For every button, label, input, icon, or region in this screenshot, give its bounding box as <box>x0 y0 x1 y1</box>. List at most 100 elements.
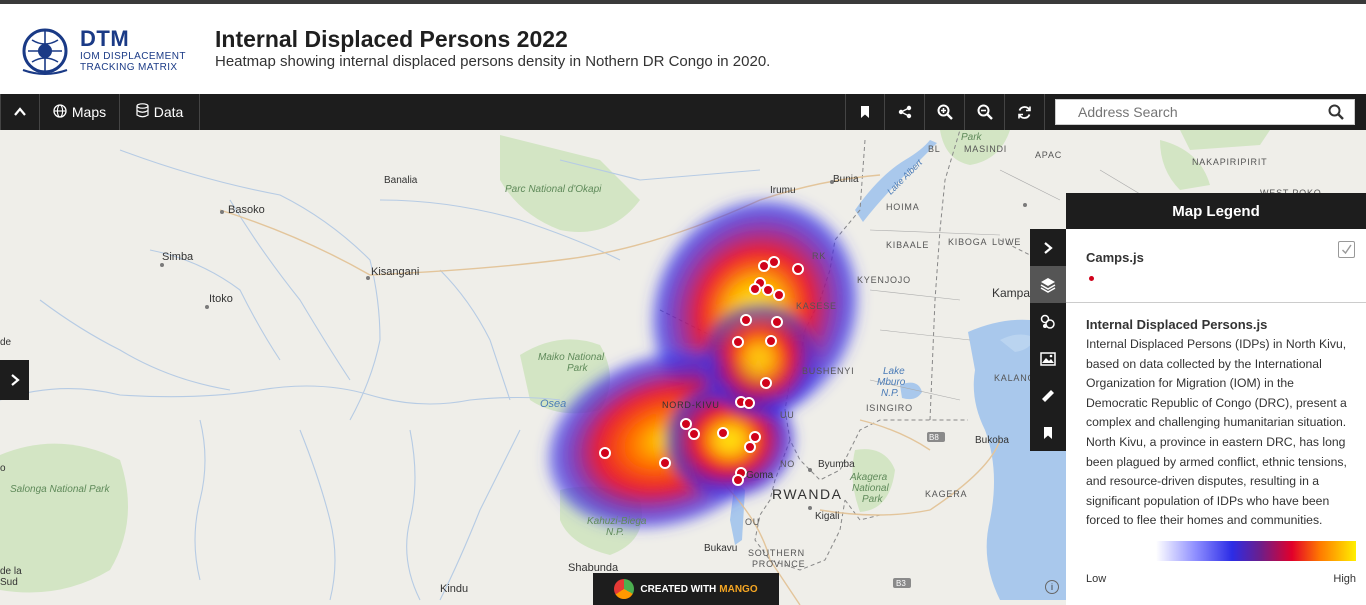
page-subtitle: Heatmap showing internal displaced perso… <box>215 53 771 70</box>
page-header: DTM IOM DISPLACEMENT TRACKING MATRIX Int… <box>0 4 1366 94</box>
left-panel-toggle[interactable] <box>0 360 29 400</box>
collapse-button[interactable] <box>0 94 40 130</box>
bookmark-icon <box>861 106 869 118</box>
zoom-in-button[interactable] <box>925 94 965 130</box>
address-search <box>1055 99 1355 125</box>
share-icon <box>898 105 911 119</box>
map-label-nord-kivu: NORD-KIVU <box>662 400 720 410</box>
mango-brand-label: MANGO <box>719 583 758 595</box>
map-label-kyenjojo: KYENJOJO <box>857 275 911 285</box>
map-legend: Map Legend Camps.js Internal Displaced P… <box>1066 193 1366 605</box>
map-label-irumu: Irumu <box>770 185 796 196</box>
map-label-rwanda: RWANDA <box>772 486 843 502</box>
map-label-ou: OU <box>745 517 761 527</box>
map-label-basoko: Basoko <box>228 204 265 216</box>
filter-icon <box>1040 314 1055 329</box>
zoom-out-icon <box>977 104 993 120</box>
bookmark-button[interactable] <box>845 94 885 130</box>
map-label-kigali: Kigali <box>815 511 840 522</box>
map-label-uu: UU <box>780 410 795 420</box>
filter-button[interactable] <box>1030 303 1066 340</box>
search-icon[interactable] <box>1328 104 1344 120</box>
ramp-low-label: Low <box>1086 573 1107 585</box>
legend-bookmark-button[interactable] <box>1030 414 1066 451</box>
map-label-hoima: HOIMA <box>886 202 920 212</box>
address-search-input[interactable] <box>1056 100 1316 124</box>
created-with-mango-badge[interactable]: CREATED WITH MANGO <box>593 573 779 605</box>
map-label-masindi: MASINDI <box>964 144 1008 154</box>
map-label-kasese: KASESE <box>796 301 837 311</box>
map-label-osea: Osea <box>540 398 567 410</box>
legend-title: Map Legend <box>1066 193 1366 229</box>
map-label-luwero: LUWE <box>992 237 1022 247</box>
map-label-maiko: Maiko National <box>538 352 605 363</box>
map-toolbar: Maps Data <box>0 94 1366 130</box>
map-label-kahuzi: Kahuzi-Biega <box>587 516 647 527</box>
refresh-button[interactable] <box>1005 94 1045 130</box>
map-label-lake-mburo-3: N.P. <box>881 388 900 399</box>
checkmark-icon <box>1342 244 1352 255</box>
idp-layer-label: Internal Displaced Persons.js <box>1086 317 1268 332</box>
iom-emblem-icon <box>22 28 68 75</box>
map-label-bukoba: Bukoba <box>975 435 1009 446</box>
map-label-kampala: Kampa <box>992 286 1031 300</box>
chevron-right-icon <box>1044 241 1053 254</box>
map-label-kagera: KAGERA <box>925 489 968 499</box>
basemap-button[interactable] <box>1030 340 1066 377</box>
map-label-apac: APAC <box>1035 150 1063 160</box>
camps-layer-checkbox[interactable] <box>1338 241 1355 258</box>
share-button[interactable] <box>885 94 925 130</box>
ruler-icon <box>1042 389 1054 402</box>
refresh-icon <box>1018 105 1031 119</box>
svg-text:B3: B3 <box>896 579 906 588</box>
map-label-nakapiripirit: NAKAPIRIPIRIT <box>1192 157 1268 167</box>
logo-subtitle-1: IOM DISPLACEMENT <box>80 51 186 62</box>
globe-icon <box>53 103 67 121</box>
legend-divider <box>1066 302 1366 303</box>
legend-toolbar <box>1030 229 1066 451</box>
image-icon <box>1040 351 1056 366</box>
map-label-no: NO <box>780 459 796 469</box>
created-with-label: CREATED WITH <box>640 583 717 595</box>
map-label-goma: Goma <box>746 470 774 481</box>
map-label-lake-mburo-2: Mburo <box>877 377 906 388</box>
legend-collapse-button[interactable] <box>1030 229 1066 266</box>
maps-tab-label: Maps <box>71 104 107 120</box>
database-icon <box>136 103 149 121</box>
map-label-akagera: Akagera <box>850 472 888 483</box>
map-label-dela-left: de la <box>0 566 22 577</box>
maps-tab[interactable]: Maps <box>40 94 120 130</box>
map-label-bushenyi: BUSHENYI <box>802 366 855 376</box>
map-label-kisangani: Kisangani <box>371 266 420 278</box>
chevron-up-icon <box>14 107 26 116</box>
layers-button[interactable] <box>1030 266 1066 303</box>
map-label-bl: BL <box>928 144 941 154</box>
logo-wordmark: DTM <box>80 26 130 51</box>
map-label-lake-mburo: Lake <box>883 366 905 377</box>
dtm-logo: DTM IOM DISPLACEMENT TRACKING MATRIX <box>20 26 190 78</box>
data-tab[interactable]: Data <box>120 94 200 130</box>
attribution-info-icon[interactable]: i <box>1045 580 1059 594</box>
map-label-akagera-national: National <box>852 483 889 494</box>
map-label-kahuzi-np: N.P. <box>606 527 625 538</box>
camps-layer-label: Camps.js <box>1086 250 1144 265</box>
ramp-high-label: High <box>1333 573 1356 585</box>
map-label-sud-left: Sud <box>0 577 18 588</box>
map-label-southern: SOUTHERN <box>748 548 805 558</box>
map-label-byumba: Byumba <box>818 459 855 470</box>
map-label-province: PROVINCE <box>752 559 806 569</box>
map-label-banalia: Banalia <box>384 175 418 186</box>
zoom-in-icon <box>937 104 953 120</box>
svg-text:B8: B8 <box>929 433 939 442</box>
zoom-out-button[interactable] <box>965 94 1005 130</box>
map-label-kiboga: KIBOGA <box>948 237 988 247</box>
map-label-parc-okapi: Parc National d'Okapi <box>505 184 602 195</box>
map-label-maiko-park: Park <box>567 363 588 374</box>
measure-button[interactable] <box>1030 377 1066 414</box>
chevron-right-icon <box>10 374 20 386</box>
data-tab-label: Data <box>153 104 184 120</box>
map-label-itoko: Itoko <box>209 293 233 305</box>
idp-layer-description: Internal Displaced Persons (IDPs) in Nor… <box>1086 337 1347 528</box>
map-label-akagera-park: Park <box>862 494 883 505</box>
heatmap-color-ramp <box>1156 541 1356 561</box>
